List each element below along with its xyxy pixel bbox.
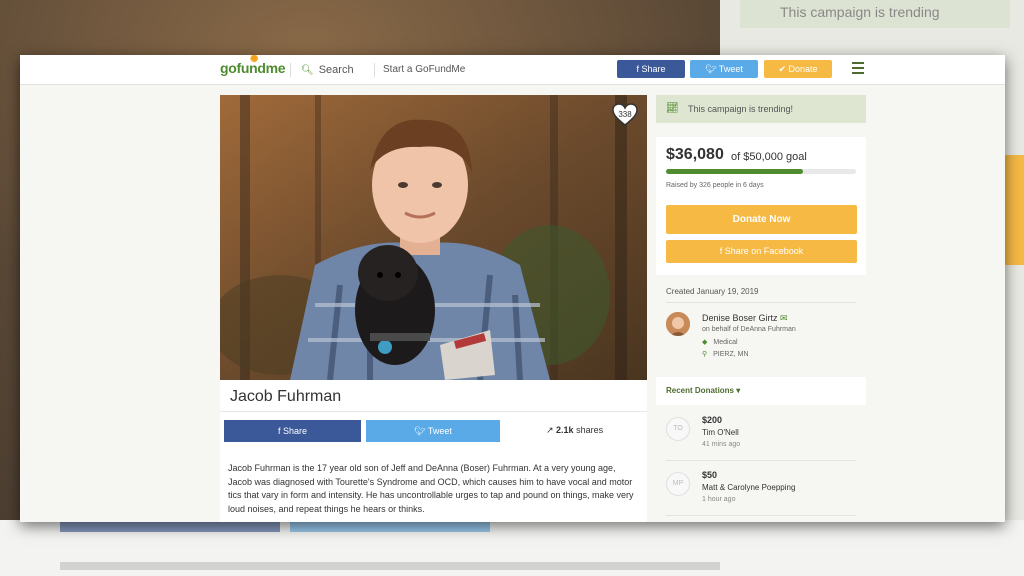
nav-search[interactable]: 🔍︎ Search [290,63,354,77]
nav-tweet-button[interactable]: 🐦︎ Tweet [690,60,758,78]
campaign-content: Jacob Fuhrman f Share 🐦︎ Tweet ↗ 2.1k sh… [220,380,647,522]
blurred-share-bar [60,522,280,532]
nav-start-gofundme[interactable]: Start a GoFundMe [374,63,465,77]
nav-share-button[interactable]: f Share [617,60,685,78]
campaign-photo-illustration [220,95,647,380]
tweet-label: Tweet [427,426,452,436]
blurred-text-line [60,562,720,570]
share-label: Share [282,426,308,436]
donation-item: TO $200 Tim O'Nell 41 mins ago [656,411,866,461]
blurred-tweet-bar [290,522,490,532]
divider [666,302,856,303]
divider [666,515,856,516]
share-count-value: 2.1k [556,425,574,435]
check-icon: ✔ [778,64,789,74]
share-button[interactable]: f Share [224,420,361,442]
location-label: PIERZ, MN [713,351,749,358]
organizer-name[interactable]: Denise Boser Girtz ✉ [702,313,788,324]
hamburger-menu-icon[interactable] [852,62,864,74]
share-on-facebook-button[interactable]: f Share on Facebook [666,240,857,263]
share-count: ↗ 2.1k shares [546,425,603,436]
blurred-trending-banner: This campaign is trending [740,0,1010,28]
nav-donate-label: Donate [788,64,818,74]
nav-share-label: Share [641,64,666,74]
donor-name: Matt & Carolyne Poepping [702,483,796,492]
gofundme-logo[interactable]: ✺ gofundme [220,55,286,76]
blurred-background-bottom [0,520,1024,576]
category-label: Medical [713,339,738,346]
recent-donations-header[interactable]: Recent Donations ▾ [656,377,866,405]
trending-up-icon: ↗ [546,425,557,435]
envelope-icon[interactable]: ✉ [780,313,788,323]
organizer-photo [666,312,690,336]
search-label: Search [318,64,354,76]
organizer-name-text: Denise Boser Girtz [702,313,778,323]
donor-avatar: TO [666,417,690,441]
donation-time: 41 mins ago [702,441,741,448]
recent-donations-label: Recent Donations [666,386,735,395]
twitter-icon: 🐦︎ [705,64,719,74]
top-navbar: ✺ gofundme 🔍︎ Search Start a GoFundMe f S… [20,55,1005,85]
trending-text: This campaign is trending! [688,104,794,114]
twitter-icon: 🐦︎ [414,426,428,436]
on-behalf-of: on behalf of DeAnna Fuhrman [702,326,796,333]
trending-chart-icon: 📈︎ [666,103,679,114]
gofundme-page: ✺ gofundme 🔍︎ Search Start a GoFundMe f S… [20,55,1005,522]
logo-sun-icon: ✺ [250,55,259,65]
donation-time: 1 hour ago [702,496,736,503]
share-on-facebook-label: Share on Facebook [724,246,804,256]
map-pin-icon: ⚲ [702,351,708,358]
trending-banner: 📈︎ This campaign is trending! [656,95,866,123]
divider [220,411,647,412]
divider [666,460,856,461]
amount-raised: $36,080 [666,146,724,163]
donation-item: MP $50 Matt & Carolyne Poepping 1 hour a… [656,466,866,516]
donor-avatar: MP [666,472,690,496]
created-date: Created January 19, 2019 [666,287,759,296]
donation-amount: $50 [702,470,718,480]
donor-name: Tim O'Nell [702,428,739,437]
campaign-title: Jacob Fuhrman [230,388,342,405]
tag-icon: ◆ [702,339,708,346]
organizer-avatar[interactable] [666,312,690,336]
donate-now-button[interactable]: Donate Now [666,205,857,234]
nav-donate-button[interactable]: ✔ Donate [764,60,832,78]
heart-count: 338 [618,110,632,119]
campaign-description: Jacob Fuhrman is the 17 year old son of … [228,463,634,514]
goal-text: of $50,000 goal [731,151,807,163]
progress-bar [666,169,856,174]
nav-tweet-label: Tweet [718,64,743,74]
search-icon: 🔍︎ [301,65,314,76]
tweet-button[interactable]: 🐦︎ Tweet [366,420,500,442]
raised-by-text: Raised by 326 people in 6 days [666,182,764,189]
campaign-photo [220,95,647,380]
campaign-category[interactable]: ◆ Medical [702,338,738,346]
campaign-location: ⚲ PIERZ, MN [702,350,749,358]
donation-goal-card: $36,080 of $50,000 goal Raised by 326 pe… [656,137,866,275]
caret-down-icon: ▾ [736,386,741,395]
donation-amount: $200 [702,415,723,425]
share-count-suffix: shares [576,425,604,435]
progress-bar-fill [666,169,803,174]
